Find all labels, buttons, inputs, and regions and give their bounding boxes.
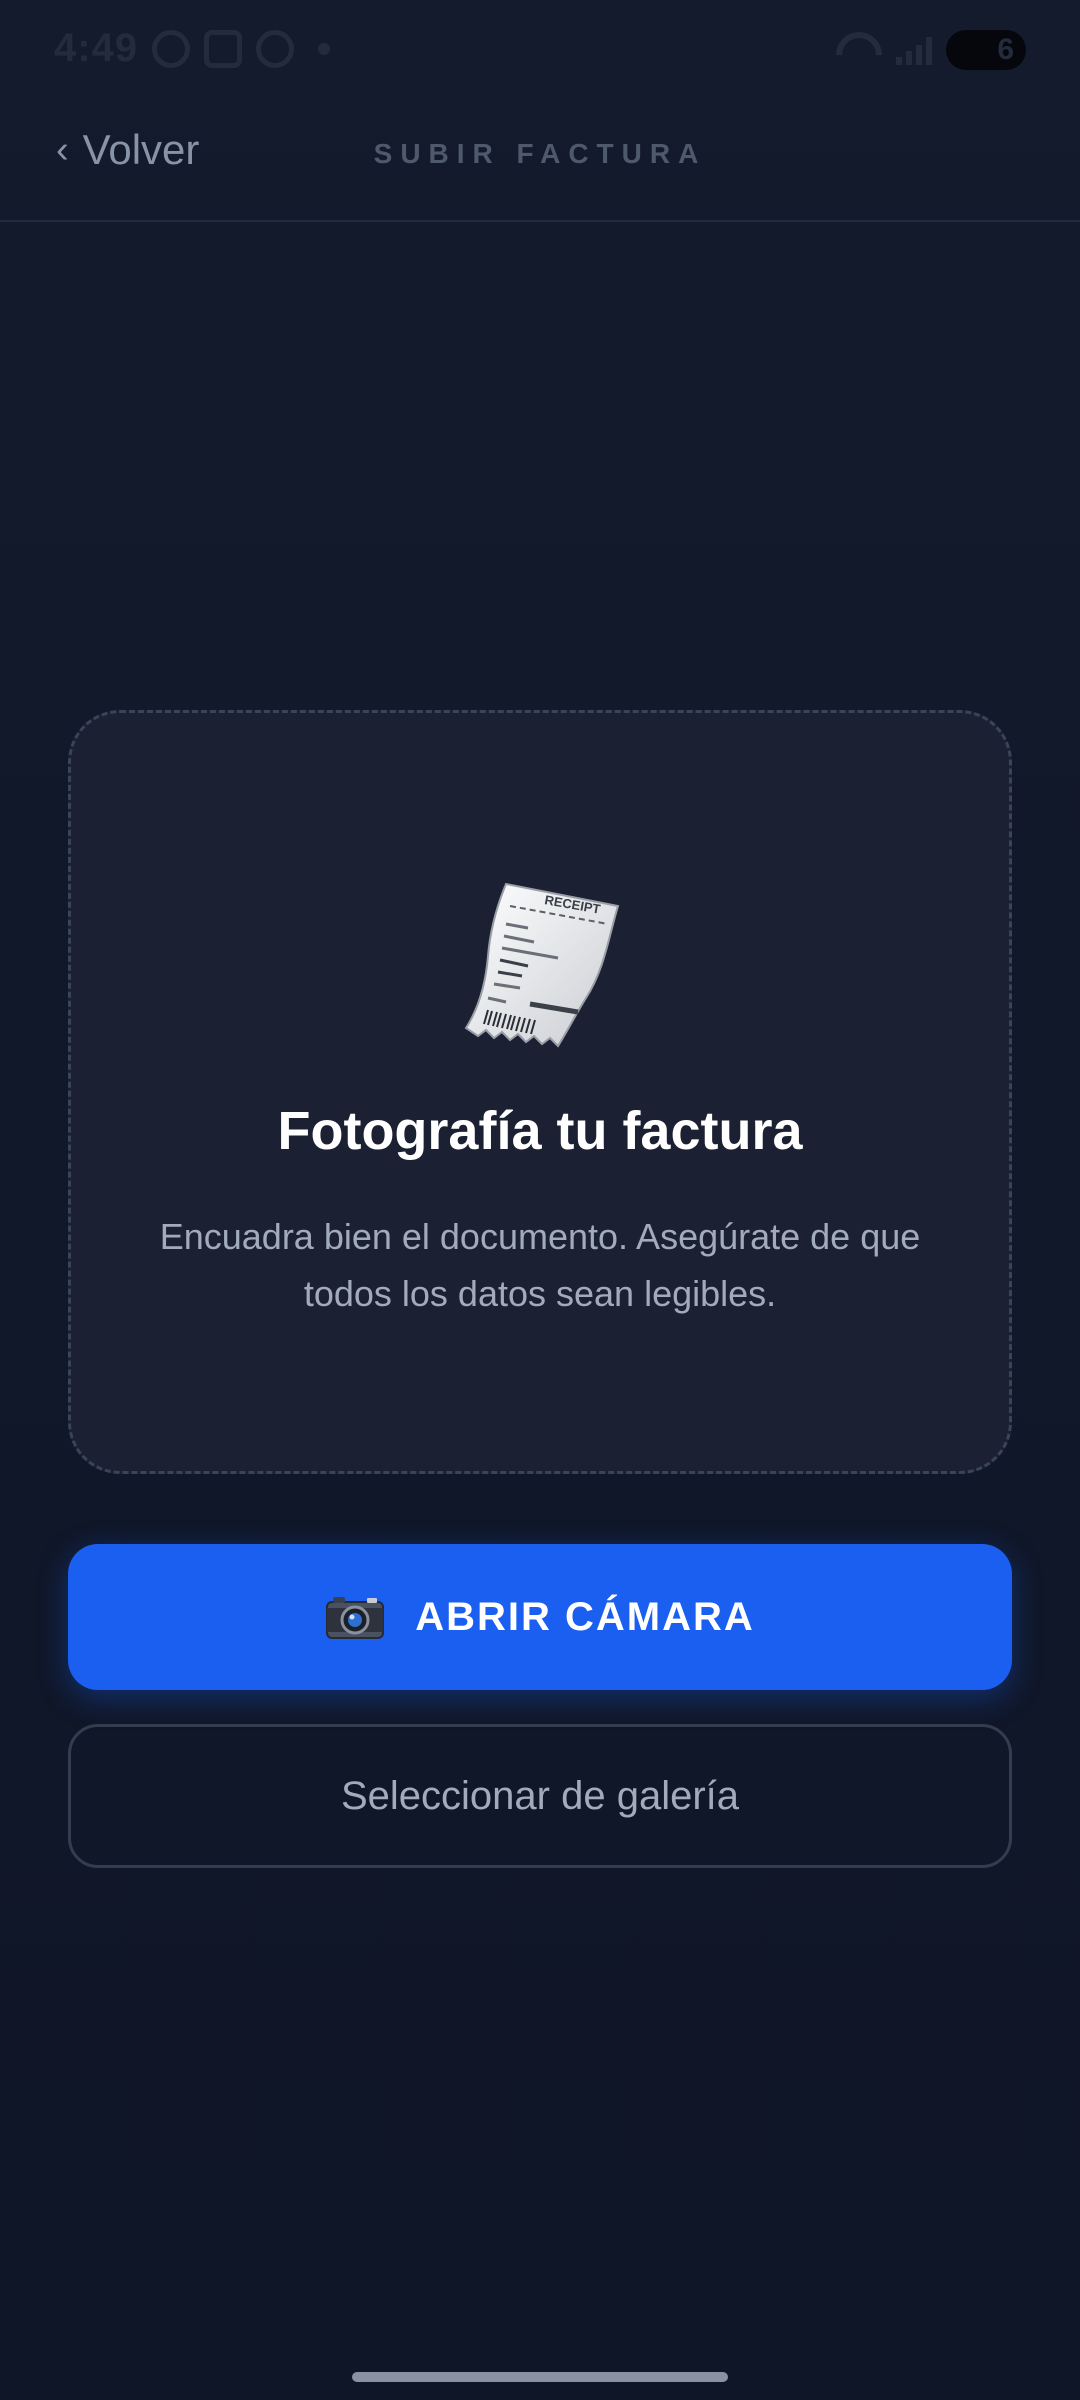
scan-icon (204, 30, 242, 68)
notification-icons (152, 30, 330, 68)
battery-icon: 6 (946, 30, 1026, 70)
open-camera-label: ABRIR CÁMARA (415, 1594, 755, 1639)
signal-icon (896, 35, 932, 65)
page-title: SUBIR FACTURA (373, 138, 707, 169)
whatsapp-icon (152, 30, 190, 68)
status-bar: 4:49 6 (0, 0, 1080, 100)
upload-title: Fotografía tu factura (277, 1101, 803, 1161)
camera-icon (326, 1597, 385, 1639)
header: ‹ Volver SUBIR FACTURA (0, 100, 1080, 222)
select-from-gallery-button[interactable]: Seleccionar de galería (68, 1724, 1012, 1868)
more-notifications-icon (318, 43, 330, 55)
select-from-gallery-label: Seleccionar de galería (340, 1773, 740, 1818)
status-time: 4:49 (54, 26, 139, 70)
battery-level: 6 (997, 33, 1014, 66)
upload-dropzone[interactable] (68, 710, 1012, 1474)
receipt-icon: RECEIPT (464, 882, 620, 1048)
open-camera-button[interactable]: ABRIR CÁMARA (68, 1544, 1012, 1690)
system-icons: 6 (836, 30, 1026, 70)
fingerprint-icon (256, 30, 294, 68)
wifi-icon (836, 32, 882, 68)
upload-subtitle: Encuadra bien el documento. Asegúrate de… (159, 1216, 921, 1314)
upload-invoice-screen: 4:49 6 ‹ Volver SUBIR FACTURA RECEIPT Fo… (0, 0, 1080, 2400)
home-indicator[interactable] (352, 2372, 728, 2382)
